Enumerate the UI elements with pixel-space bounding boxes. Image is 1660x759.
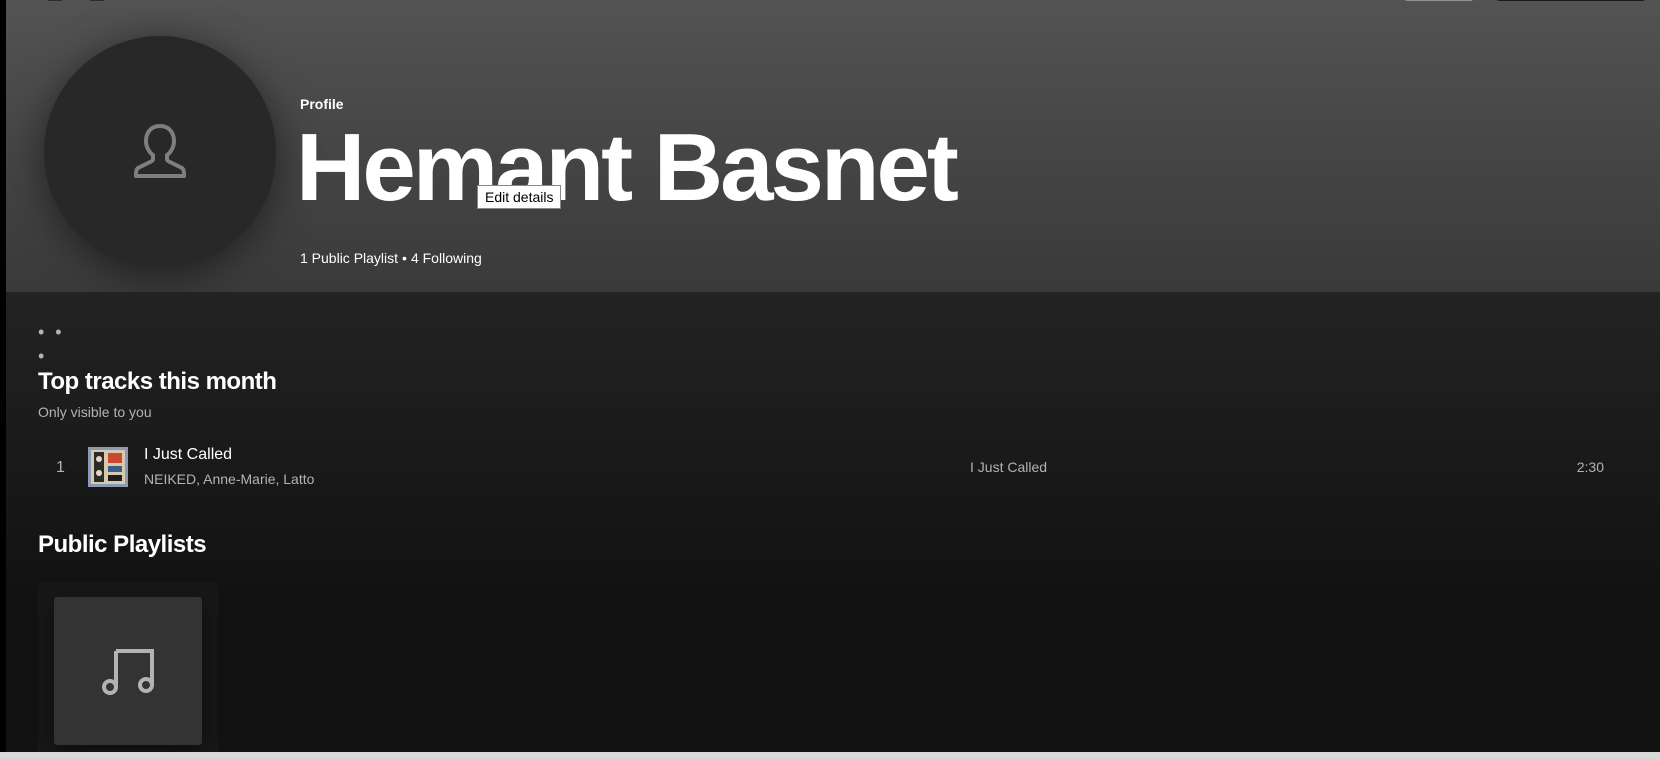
window-bottom-edge bbox=[0, 752, 1660, 759]
following-link[interactable]: 4 Following bbox=[411, 250, 482, 266]
user-icon bbox=[128, 118, 192, 187]
more-options-button[interactable]: • • • bbox=[38, 320, 72, 366]
top-bar-button[interactable] bbox=[1404, 0, 1474, 1]
top-tracks-title[interactable]: Top tracks this month bbox=[38, 368, 277, 396]
public-playlists-link[interactable]: 1 Public Playlist bbox=[300, 250, 398, 266]
public-playlists-title[interactable]: Public Playlists bbox=[38, 531, 207, 559]
top-tracks-subtitle: Only visible to you bbox=[38, 404, 152, 420]
track-row[interactable]: 1 I Just Called NEIKED, Anne-Marie, Latt… bbox=[38, 440, 1618, 496]
profile-name[interactable]: Hemant Basnet bbox=[296, 108, 959, 228]
track-duration: 2:30 bbox=[1576, 459, 1604, 475]
user-menu-button[interactable] bbox=[1496, 0, 1646, 1]
stats-separator: • bbox=[402, 250, 407, 266]
edit-details-tooltip: Edit details bbox=[477, 185, 562, 209]
forward-button[interactable] bbox=[88, 0, 106, 1]
music-note-icon bbox=[96, 637, 160, 706]
profile-avatar[interactable] bbox=[44, 36, 276, 268]
back-button[interactable] bbox=[46, 0, 64, 1]
track-album-art bbox=[88, 447, 128, 487]
playlist-card[interactable] bbox=[38, 582, 218, 759]
track-album-link[interactable]: I Just Called bbox=[970, 459, 1047, 475]
playlist-cover bbox=[54, 597, 202, 745]
track-number: 1 bbox=[56, 459, 65, 476]
app-window: Profile Hemant Basnet 1 Public Playlist •… bbox=[0, 0, 1660, 759]
profile-stats: 1 Public Playlist • 4 Following bbox=[300, 250, 482, 266]
track-title-link[interactable]: I Just Called bbox=[144, 446, 232, 464]
track-artists-link[interactable]: NEIKED, Anne-Marie, Latto bbox=[144, 471, 314, 487]
profile-header: Profile Hemant Basnet 1 Public Playlist •… bbox=[6, 0, 1660, 292]
